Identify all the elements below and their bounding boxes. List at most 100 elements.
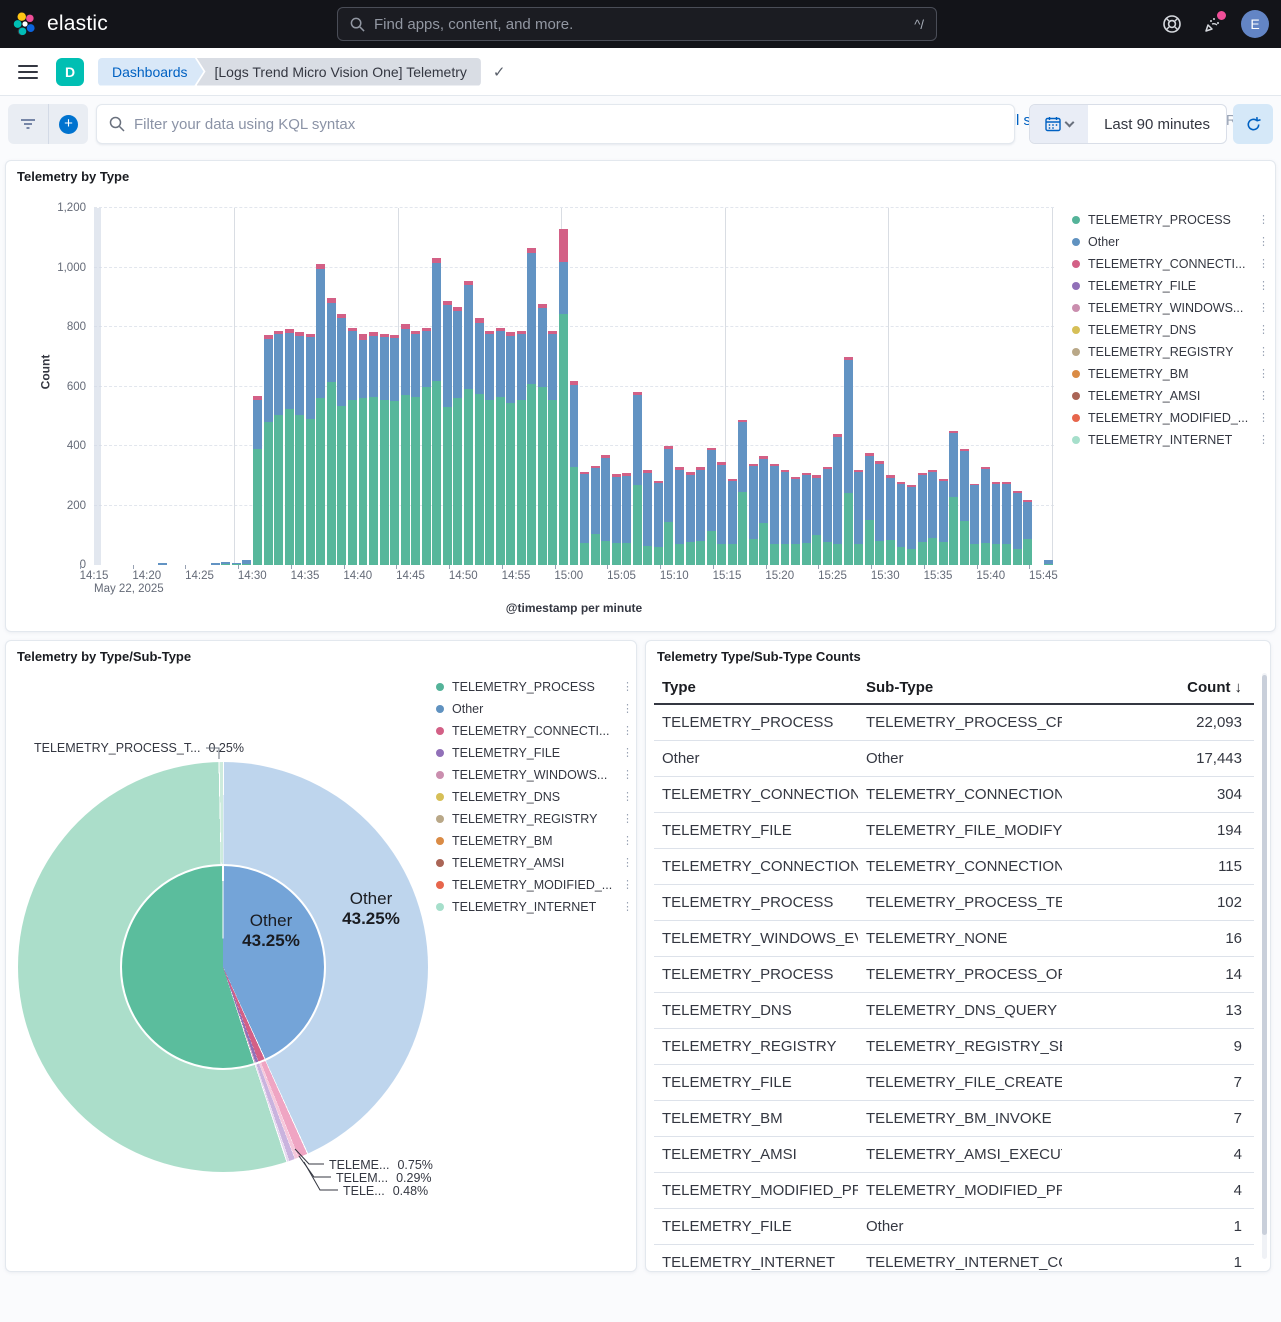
bar-stack[interactable] bbox=[654, 481, 663, 565]
bar-stack[interactable] bbox=[422, 328, 431, 565]
bar-stack[interactable] bbox=[295, 332, 304, 565]
bar-stack[interactable] bbox=[686, 472, 695, 565]
legend-actions-icon[interactable]: ⋮ bbox=[622, 749, 632, 757]
bar-stack[interactable] bbox=[464, 281, 473, 565]
legend-actions-icon[interactable]: ⋮ bbox=[622, 793, 632, 801]
bar-stack[interactable] bbox=[506, 332, 515, 565]
calendar-dropdown-button[interactable] bbox=[1030, 105, 1088, 143]
bar-stack[interactable] bbox=[369, 332, 378, 565]
time-range-value[interactable]: Last 90 minutes bbox=[1088, 105, 1226, 143]
menu-icon[interactable] bbox=[18, 65, 38, 79]
bar-stack[interactable] bbox=[211, 563, 220, 565]
bar-stack[interactable] bbox=[802, 473, 811, 565]
legend-item[interactable]: Other⋮ bbox=[436, 698, 632, 720]
bar-stack[interactable] bbox=[897, 482, 906, 565]
legend-item[interactable]: Other⋮ bbox=[1072, 231, 1268, 253]
legend-actions-icon[interactable]: ⋮ bbox=[1258, 392, 1268, 400]
bar-stack[interactable] bbox=[527, 248, 536, 565]
bar-stack[interactable] bbox=[875, 461, 884, 565]
bar-stack[interactable] bbox=[622, 473, 631, 565]
bar-stack[interactable] bbox=[443, 301, 452, 565]
dashboard-app-badge[interactable]: D bbox=[56, 58, 84, 86]
table-row[interactable]: TELEMETRY_FILEOther1 bbox=[654, 1209, 1254, 1245]
bar-stack[interactable] bbox=[242, 560, 251, 565]
bar-stack[interactable] bbox=[643, 470, 652, 565]
bar-stack[interactable] bbox=[823, 467, 832, 565]
bar-stack[interactable] bbox=[253, 396, 262, 565]
legend-item[interactable]: TELEMETRY_WINDOWS...⋮ bbox=[1072, 297, 1268, 319]
bar-stack[interactable] bbox=[485, 331, 494, 565]
legend-actions-icon[interactable]: ⋮ bbox=[622, 903, 632, 911]
bar-stack[interactable] bbox=[274, 331, 283, 565]
bar-stack[interactable] bbox=[854, 470, 863, 565]
bar-stack[interactable] bbox=[928, 470, 937, 565]
bar-stack[interactable] bbox=[1002, 482, 1011, 565]
legend-item[interactable]: TELEMETRY_BM⋮ bbox=[1072, 363, 1268, 385]
bar-stack[interactable] bbox=[696, 467, 705, 565]
legend-item[interactable]: TELEMETRY_REGISTRY⋮ bbox=[436, 808, 632, 830]
bar-stack[interactable] bbox=[348, 328, 357, 565]
bar-chart-plot-area[interactable] bbox=[94, 208, 1054, 565]
legend-item[interactable]: TELEMETRY_AMSI⋮ bbox=[436, 852, 632, 874]
bar-stack[interactable] bbox=[411, 331, 420, 565]
bar-stack[interactable] bbox=[949, 431, 958, 565]
bar-stack[interactable] bbox=[759, 456, 768, 565]
bar-stack[interactable] bbox=[264, 335, 273, 565]
global-search-input[interactable]: Find apps, content, and more. ^/ bbox=[337, 7, 937, 41]
bar-stack[interactable] bbox=[306, 334, 315, 565]
bar-stack[interactable] bbox=[570, 381, 579, 565]
table-row[interactable]: TELEMETRY_BMTELEMETRY_BM_INVOKE7 bbox=[654, 1101, 1254, 1137]
legend-item[interactable]: TELEMETRY_PROCESS⋮ bbox=[436, 676, 632, 698]
refresh-button[interactable] bbox=[1233, 104, 1273, 144]
table-row[interactable]: TELEMETRY_MODIFIED_PROCTELEMETRY_MODIFIE… bbox=[654, 1173, 1254, 1209]
legend-item[interactable]: TELEMETRY_FILE⋮ bbox=[436, 742, 632, 764]
legend-actions-icon[interactable]: ⋮ bbox=[1258, 304, 1268, 312]
bar-stack[interactable] bbox=[833, 434, 842, 565]
user-avatar[interactable]: E bbox=[1241, 10, 1269, 38]
legend-actions-icon[interactable]: ⋮ bbox=[622, 815, 632, 823]
bar-stack[interactable] bbox=[675, 467, 684, 565]
legend-actions-icon[interactable]: ⋮ bbox=[1258, 348, 1268, 356]
legend-item[interactable]: TELEMETRY_MODIFIED_...⋮ bbox=[436, 874, 632, 896]
column-header-count[interactable]: Count↓ bbox=[1062, 679, 1254, 696]
legend-item[interactable]: TELEMETRY_INTERNET⋮ bbox=[436, 896, 632, 918]
help-icon[interactable] bbox=[1161, 13, 1183, 35]
bar-stack[interactable] bbox=[285, 329, 294, 565]
bar-stack[interactable] bbox=[717, 462, 726, 565]
legend-actions-icon[interactable]: ⋮ bbox=[622, 727, 632, 735]
legend-actions-icon[interactable]: ⋮ bbox=[1258, 282, 1268, 290]
bar-stack[interactable] bbox=[664, 446, 673, 565]
table-row[interactable]: TELEMETRY_CONNECTIONTELEMETRY_CONNECTION… bbox=[654, 777, 1254, 813]
legend-item[interactable]: TELEMETRY_CONNECTI...⋮ bbox=[436, 720, 632, 742]
bar-stack[interactable] bbox=[601, 455, 610, 565]
bar-stack[interactable] bbox=[1044, 560, 1053, 565]
legend-item[interactable]: TELEMETRY_INTERNET⋮ bbox=[1072, 429, 1268, 451]
bar-stack[interactable] bbox=[337, 314, 346, 565]
bar-stack[interactable] bbox=[327, 298, 336, 565]
bar-stack[interactable] bbox=[918, 473, 927, 565]
legend-actions-icon[interactable]: ⋮ bbox=[1258, 436, 1268, 444]
bar-stack[interactable] bbox=[970, 484, 979, 565]
bar-stack[interactable] bbox=[1013, 491, 1022, 565]
bar-stack[interactable] bbox=[475, 318, 484, 565]
legend-item[interactable]: TELEMETRY_DNS⋮ bbox=[1072, 319, 1268, 341]
column-header-subtype[interactable]: Sub-Type bbox=[866, 679, 1062, 696]
legend-item[interactable]: TELEMETRY_MODIFIED_...⋮ bbox=[1072, 407, 1268, 429]
table-row[interactable]: TELEMETRY_PROCESSTELEMETRY_PROCESS_CREAT… bbox=[654, 705, 1254, 741]
bar-stack[interactable] bbox=[886, 475, 895, 565]
bar-stack[interactable] bbox=[707, 448, 716, 565]
legend-actions-icon[interactable]: ⋮ bbox=[622, 683, 632, 691]
bar-stack[interactable] bbox=[359, 334, 368, 565]
legend-actions-icon[interactable]: ⋮ bbox=[622, 771, 632, 779]
legend-actions-icon[interactable]: ⋮ bbox=[1258, 216, 1268, 224]
bar-stack[interactable] bbox=[907, 485, 916, 565]
table-row[interactable]: TELEMETRY_REGISTRYTELEMETRY_REGISTRY_SET… bbox=[654, 1029, 1254, 1065]
bar-stack[interactable] bbox=[221, 562, 230, 565]
bar-stack[interactable] bbox=[749, 464, 758, 565]
table-row[interactable]: OtherOther17,443 bbox=[654, 741, 1254, 777]
bar-stack[interactable] bbox=[1023, 500, 1032, 565]
bar-stack[interactable] bbox=[453, 307, 462, 565]
bar-stack[interactable] bbox=[380, 334, 389, 565]
legend-actions-icon[interactable]: ⋮ bbox=[622, 881, 632, 889]
legend-item[interactable]: TELEMETRY_AMSI⋮ bbox=[1072, 385, 1268, 407]
